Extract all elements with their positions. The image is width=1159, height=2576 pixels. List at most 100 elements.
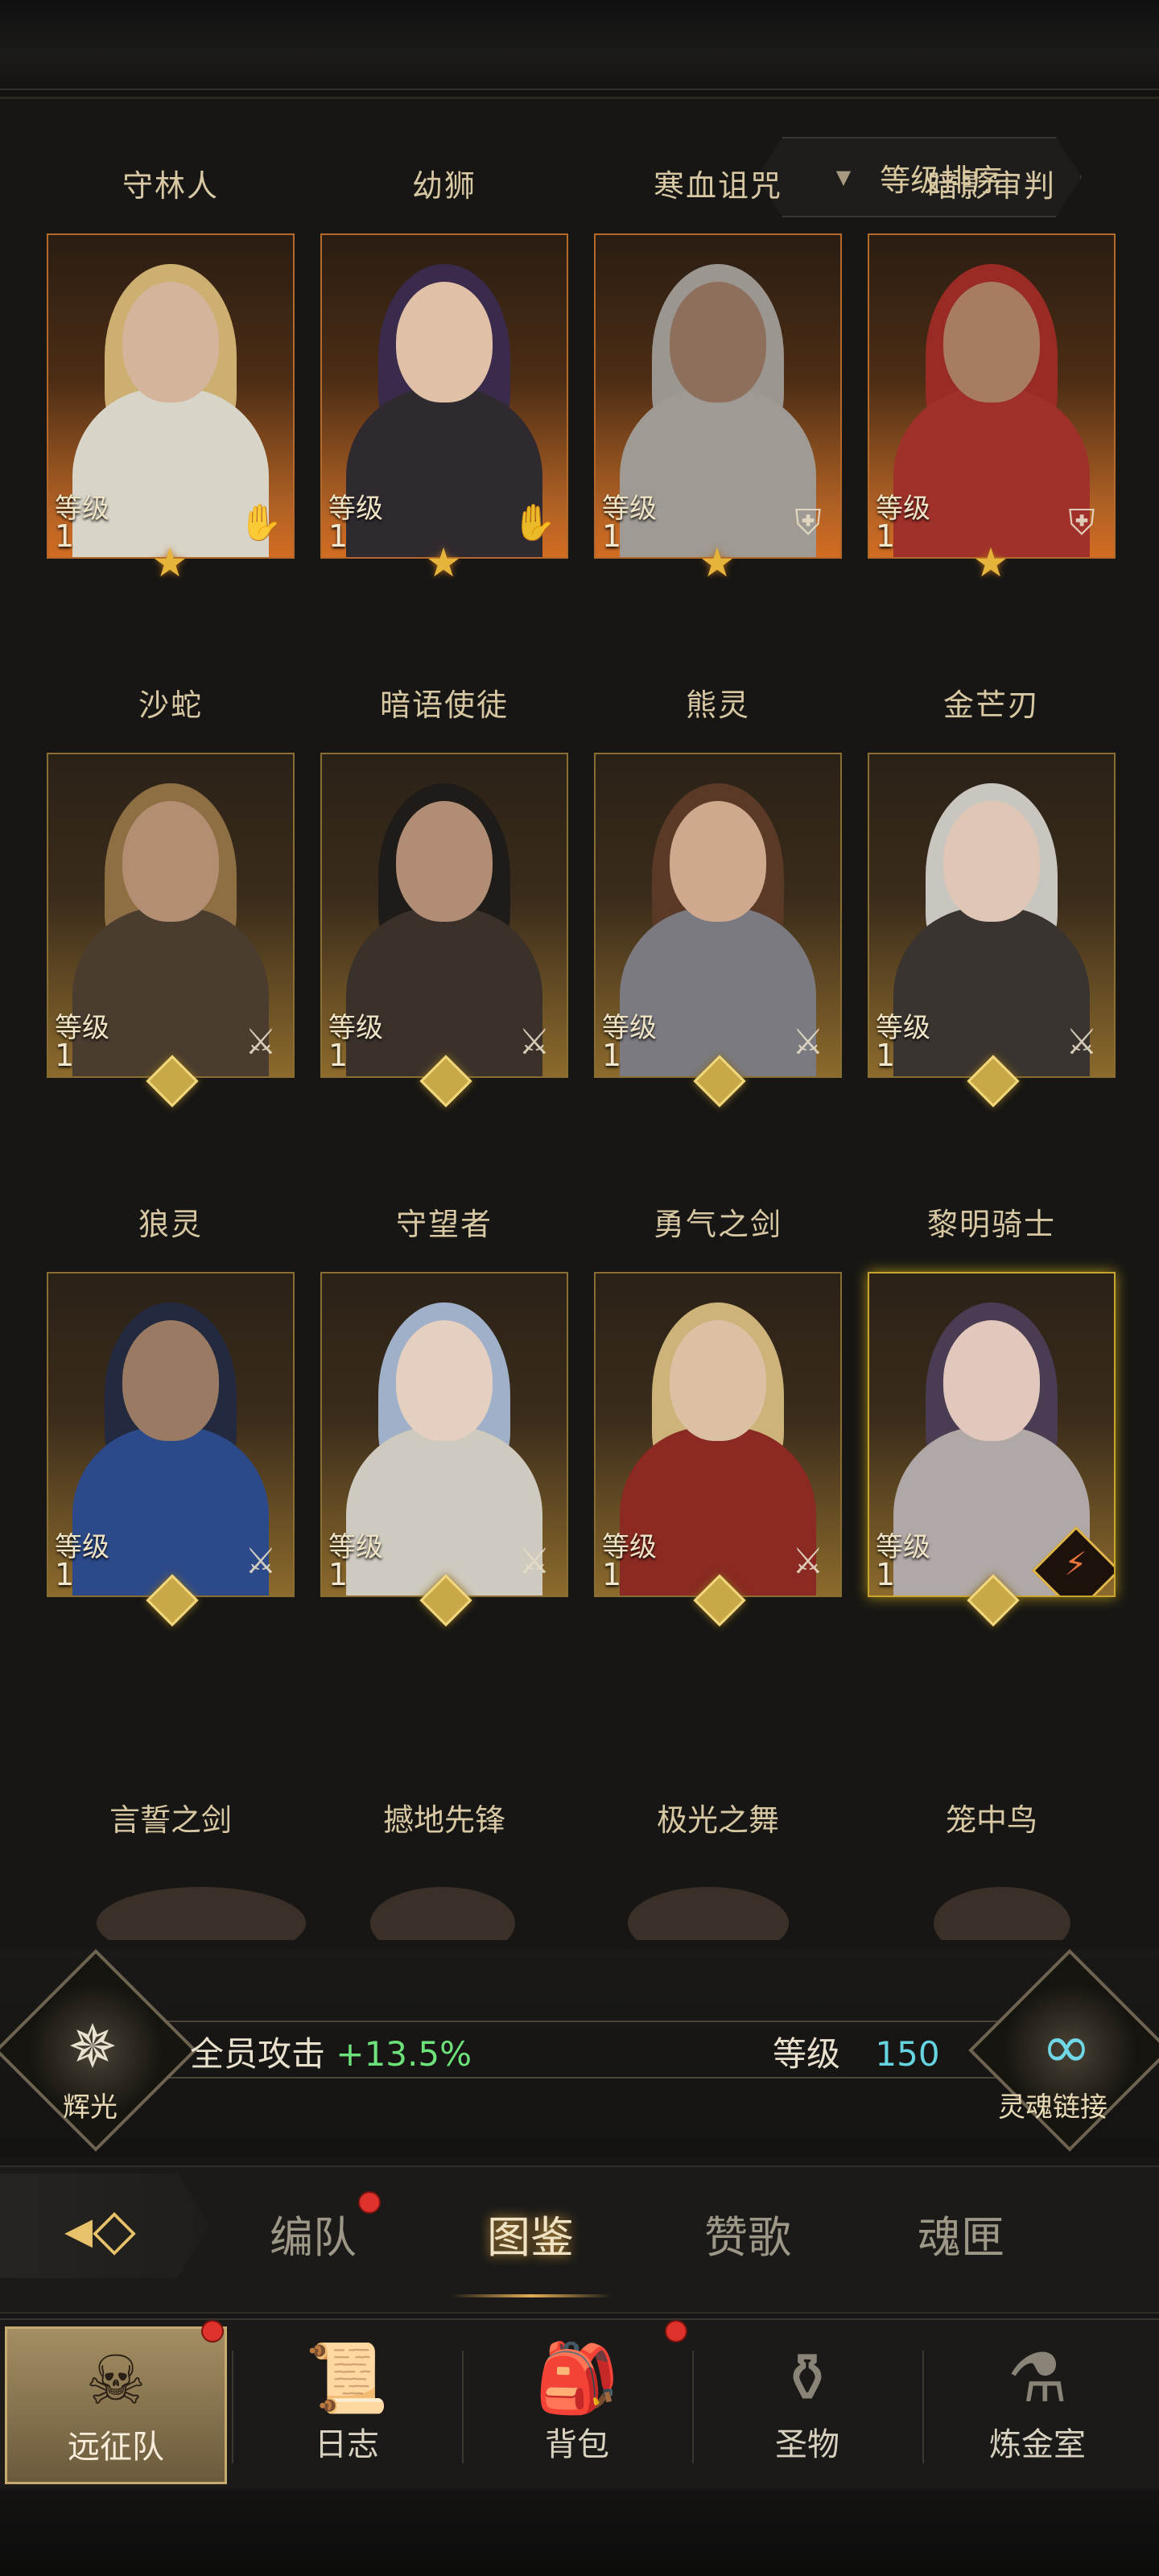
shield-icon: ⛨ [1068,502,1095,543]
hero-name[interactable]: 极光之舞 [578,1795,858,1839]
hero-name: 幼狮 [411,168,476,204]
hero-level-value: 1 [328,1038,349,1073]
soul-link-level-value: 150 [875,2034,940,2074]
hero-card[interactable]: 沙蛇等级 1 ⚔ [47,680,295,1108]
scroll-icon: 📜 [304,2339,390,2417]
hero-name: 暗语使徒 [379,687,509,723]
nav-label: 远征队 [68,2429,164,2466]
star-rank-icon: ★ [425,539,462,586]
hero-name: 寒血诅咒 [653,168,782,204]
hero-name: 金芒刃 [942,687,1040,723]
alchemy-icon: ⚗ [1007,2339,1068,2417]
partial-hero-row [0,1876,1159,1940]
hero-face [670,801,766,922]
hero-card[interactable]: 勇气之剑 等级 1 ⚔ [594,1199,842,1627]
hero-level-value: 1 [602,518,622,554]
active-tab-indicator [451,2294,612,2297]
hero-portrait-frame: 等级 1 ⚔ [594,1272,842,1597]
hero-name[interactable]: 撼地先锋 [304,1795,584,1839]
hand-icon: ✋ [238,502,283,543]
sword-icon: ⚔ [792,1541,824,1582]
nav-separator [692,2351,694,2463]
sword-icon: ⚔ [518,1541,551,1582]
tab-soul-box[interactable]: 魂匣 [918,2202,1004,2265]
hero-card[interactable]: 狼灵 等级 1 ⚔ [47,1199,295,1627]
hero-face [122,282,219,402]
hero-name: 黎明骑士 [926,1207,1056,1242]
hero-name: 守望者 [395,1207,493,1242]
hero-level-value: 1 [876,1038,896,1073]
hero-portrait-frame: 等级 1 ⛨ [594,233,842,559]
hero-portrait-frame: 等级 1 ⚔ [868,753,1116,1078]
hero-portrait-frame: 等级 1 ⚡ [868,1272,1116,1597]
tab-formation[interactable]: 编队 [270,2202,357,2265]
hero-level-value: 1 [55,1557,75,1592]
hero-level-value: 1 [328,1557,349,1592]
soul-link-caption: 灵魂链接 [998,2091,1107,2124]
hero-card[interactable]: 守望者 等级 1 ⚔ [320,1199,568,1627]
hero-face [670,1320,766,1441]
notification-dot [665,2320,687,2343]
tab-codex[interactable]: 图鉴 [487,2202,574,2265]
hero-name: 熊灵 [685,687,750,723]
nav-label: 日志 [315,2426,379,2463]
hero-portrait-frame: 等级 1 ✋ [320,233,568,559]
star-rank-icon: ★ [151,539,188,586]
nav-separator [232,2351,233,2463]
hero-level-value: 1 [602,1557,622,1592]
hero-card[interactable]: 幼狮 等级 1 ✋ ★ [320,161,568,586]
hero-face [670,282,766,402]
hero-level-value: 1 [602,1038,622,1073]
hero-portrait-frame: 等级 1 ⚔ [320,753,568,1078]
hero-face [396,801,493,922]
team-attack-label: 全员攻击 [190,2034,326,2074]
nav-item-relics[interactable]: ⚱ 圣物 [699,2326,916,2479]
hero-face [396,282,493,402]
nav-item-alchemy[interactable]: ⚗ 炼金室 [929,2326,1146,2479]
hero-portrait-frame: 等级 1 ✋ [47,233,295,559]
nav-item-bag[interactable]: 🎒 背包 [468,2326,686,2479]
hand-icon: ✋ [512,502,557,543]
hero-portrait-frame: 等级 1 ⛨ [868,233,1116,559]
sword-icon: ⚔ [518,1022,551,1063]
hero-name: 狼灵 [138,1207,203,1242]
hero-card[interactable]: 暗语使徒 等级 1 ⚔ [320,680,568,1108]
soul-link-level-label: 等级 [773,2034,841,2074]
radiance-caption: 辉光 [63,2091,118,2124]
hero-name: 沙蛇 [138,687,203,723]
sword-icon: ⚔ [1066,1022,1098,1063]
horned-helmet-icon: ☠ [85,2341,146,2420]
hero-portrait-frame: 等级 1 ⚔ [47,753,295,1078]
hero-name[interactable]: 笼中鸟 [852,1795,1132,1839]
tab-anthem[interactable]: 赞歌 [704,2202,791,2265]
back-arrow-icon: ◂◇ [64,2196,136,2262]
star-rank-icon: ★ [699,539,736,586]
hero-card[interactable]: 暗影审判等级 1 ⛨ ★ [868,161,1116,586]
hero-level-value: 1 [876,1557,896,1592]
hero-card[interactable]: 守林人 等级 1 ✋ ★ [47,161,295,586]
nav-item-expedition[interactable]: ☠ 远征队 [5,2326,227,2484]
nav-label: 炼金室 [989,2426,1086,2463]
hero-name: 暗影审判 [926,168,1056,204]
hero-name[interactable]: 言誓之剑 [31,1795,311,1839]
top-ornament-band [0,0,1159,99]
hero-card[interactable]: 黎明骑士等级 1 ⚡ [868,1199,1116,1627]
hero-face [122,1320,219,1441]
hero-card[interactable]: 寒血诅咒等级 1 ⛨ ★ [594,161,842,586]
divider [129,2021,1030,2022]
hero-face [122,801,219,922]
nav-separator [462,2351,464,2463]
sword-icon: ⚔ [245,1022,277,1063]
hero-card[interactable]: 金芒刃 等级 1 ⚔ [868,680,1116,1108]
star-rank-icon: ★ [972,539,1009,586]
nav-item-journal[interactable]: 📜 日志 [238,2326,456,2479]
hero-level-value: 1 [328,518,349,554]
backpack-icon: 🎒 [534,2339,620,2417]
hero-face [943,1320,1040,1441]
notification-dot [358,2191,381,2214]
sword-icon: ⚔ [792,1022,824,1063]
hero-card[interactable]: 熊灵 等级 1 ⚔ [594,680,842,1108]
soul-link-level: 等级 150 [773,2027,940,2076]
hero-face [396,1320,493,1441]
notification-dot [201,2320,224,2343]
